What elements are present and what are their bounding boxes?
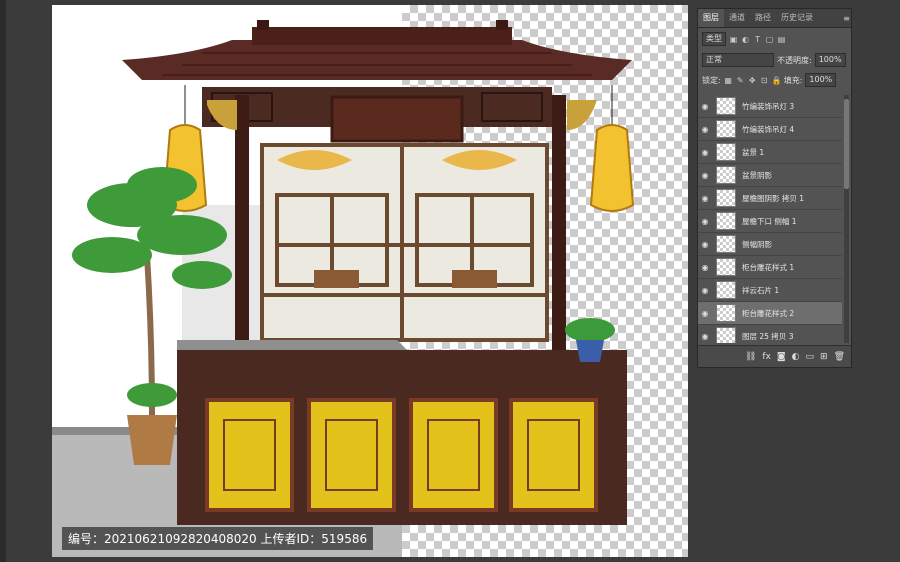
eye-icon[interactable]: ◉	[698, 240, 712, 249]
filter-shape-icon[interactable]: ▢	[765, 35, 774, 44]
filter-kind-select[interactable]: 类型	[702, 32, 726, 46]
filter-row: 类型 ▣ ◐ T ▢ ▤	[698, 28, 851, 50]
layer-name: 盆景阴影	[742, 170, 772, 180]
document-canvas[interactable]: 编号：20210621092820408020 上传者ID：519586	[52, 5, 688, 557]
layer-row[interactable]: ◉ 竹编装饰吊灯 4	[698, 118, 842, 141]
layer-name: 屋檐下口 侧幅 1	[742, 216, 797, 226]
blend-mode-select[interactable]: 正常	[702, 53, 774, 67]
layer-thumbnail	[716, 120, 736, 138]
layer-row[interactable]: ◉ 竹编装饰吊灯 3	[698, 95, 842, 118]
layer-row[interactable]: ◉ 祥云石片 1	[698, 279, 842, 302]
tab-channels[interactable]: 通道	[724, 9, 750, 27]
layer-name: 屋檐图阴影 拷贝 1	[742, 193, 805, 203]
layer-name: 祥云石片 1	[742, 285, 780, 295]
filter-image-icon[interactable]: ▣	[729, 35, 738, 44]
filter-adjust-icon[interactable]: ◐	[741, 35, 750, 44]
lock-all-icon[interactable]: 🔒	[772, 76, 782, 85]
layer-name: 盆景 1	[742, 147, 765, 157]
new-layer-icon[interactable]: ⊞	[820, 352, 828, 362]
panel-tabs: 图层 通道 路径 历史记录 ≡	[698, 9, 851, 28]
layer-thumbnail	[716, 258, 736, 276]
opacity-input[interactable]: 100%	[814, 53, 846, 67]
link-icon[interactable]: ⛓	[745, 352, 756, 362]
eye-icon[interactable]: ◉	[698, 286, 712, 295]
filter-smart-icon[interactable]: ▤	[777, 35, 786, 44]
mask-icon[interactable]: ◙	[777, 352, 786, 362]
tab-history[interactable]: 历史记录	[776, 9, 818, 27]
layer-thumbnail	[716, 189, 736, 207]
eye-icon[interactable]: ◉	[698, 332, 712, 341]
layer-thumbnail	[716, 166, 736, 184]
lock-move-icon[interactable]: ✥	[748, 76, 757, 85]
layer-name: 竹编装饰吊灯 4	[742, 124, 795, 134]
layer-row[interactable]: ◉ 屋檐下口 侧幅 1	[698, 210, 842, 233]
layers-list: ◉ 竹编装饰吊灯 3 ◉ 竹编装饰吊灯 4 ◉ 盆景 1 ◉ 盆景阴影 ◉ 屋檐图阴影 拷…	[698, 95, 842, 343]
layers-panel[interactable]: 图层 通道 路径 历史记录 ≡ 类型 ▣ ◐ T ▢ ▤ 正常 不透明度: 10…	[697, 8, 852, 368]
lock-artboard-icon[interactable]: ⊡	[760, 76, 769, 85]
layer-thumbnail	[716, 212, 736, 230]
layer-row-selected[interactable]: ◉ 柜台雕花样式 2	[698, 302, 842, 325]
layer-row[interactable]: ◉ 盆景 1	[698, 141, 842, 164]
tab-paths[interactable]: 路径	[750, 9, 776, 27]
eye-icon[interactable]: ◉	[698, 217, 712, 226]
layer-thumbnail	[716, 281, 736, 299]
eye-icon[interactable]: ◉	[698, 171, 712, 180]
layer-thumbnail	[716, 143, 736, 161]
blend-row: 正常 不透明度: 100%	[698, 50, 851, 70]
layers-scrollbar-thumb[interactable]	[844, 99, 849, 189]
fill-input[interactable]: 100%	[805, 73, 837, 87]
eye-icon[interactable]: ◉	[698, 125, 712, 134]
eye-icon[interactable]: ◉	[698, 309, 712, 318]
eye-icon[interactable]: ◉	[698, 263, 712, 272]
lock-pixels-icon[interactable]: ▦	[724, 76, 733, 85]
trash-icon[interactable]: 🗑	[834, 352, 845, 362]
fx-icon[interactable]: fx	[762, 352, 771, 362]
lock-row: 锁定: ▦ ✎ ✥ ⊡ 🔒 填充: 100%	[698, 70, 851, 90]
storefront-illustration	[72, 20, 635, 525]
layer-name: 侧幅阴影	[742, 239, 772, 249]
layer-thumbnail	[716, 97, 736, 115]
layer-row[interactable]: ◉ 屋檐图阴影 拷贝 1	[698, 187, 842, 210]
filter-text-icon[interactable]: T	[753, 35, 762, 44]
fill-label: 填充:	[783, 75, 803, 85]
layer-row[interactable]: ◉ 侧幅阴影	[698, 233, 842, 256]
layer-row[interactable]: ◉ 盆景阴影	[698, 164, 842, 187]
layer-thumbnail	[716, 327, 736, 343]
adjustment-icon[interactable]: ◐	[792, 352, 800, 362]
eye-icon[interactable]: ◉	[698, 148, 712, 157]
layer-thumbnail	[716, 304, 736, 322]
lock-paint-icon[interactable]: ✎	[736, 76, 745, 85]
layer-name: 图层 25 拷贝 3	[742, 331, 794, 341]
eye-icon[interactable]: ◉	[698, 194, 712, 203]
lock-label: 锁定:	[702, 75, 721, 85]
opacity-label: 不透明度:	[777, 55, 812, 65]
layer-row[interactable]: ◉ 图层 25 拷贝 3	[698, 325, 842, 343]
tab-layers[interactable]: 图层	[698, 9, 724, 27]
watermark: 编号：20210621092820408020 上传者ID：519586	[62, 527, 374, 550]
layer-name: 竹编装饰吊灯 3	[742, 101, 795, 111]
left-toolbar-edge	[0, 0, 6, 562]
layer-name: 柜台雕花样式 1	[742, 262, 795, 272]
panel-menu-icon[interactable]: ≡	[842, 14, 851, 23]
folder-icon[interactable]: ▭	[806, 352, 815, 362]
panel-footer: ⛓ fx ◙ ◐ ▭ ⊞ 🗑	[698, 345, 851, 367]
layer-row[interactable]: ◉ 柜台雕花样式 1	[698, 256, 842, 279]
layer-name: 柜台雕花样式 2	[742, 308, 795, 318]
layer-thumbnail	[716, 235, 736, 253]
eye-icon[interactable]: ◉	[698, 102, 712, 111]
